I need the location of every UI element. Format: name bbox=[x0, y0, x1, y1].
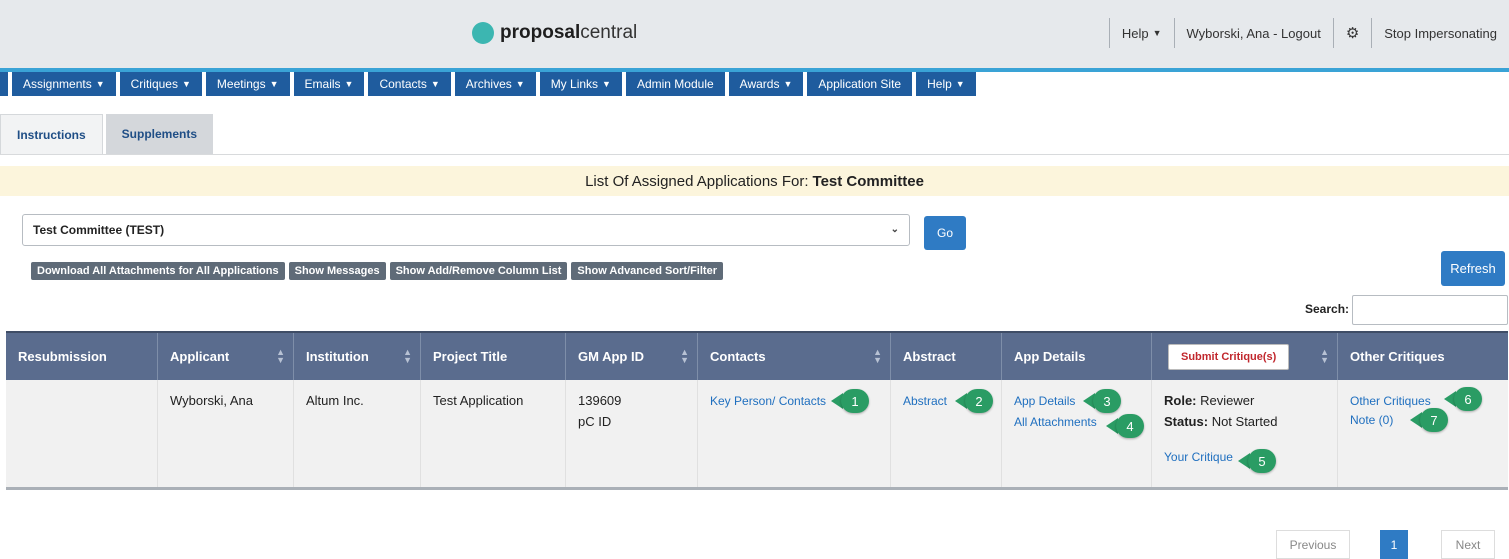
callout-1: 1 bbox=[831, 389, 869, 413]
top-header: proposalcentral Help ▼ Wyborski, Ana - Lo… bbox=[0, 0, 1509, 68]
nav-assignments[interactable]: Assignments ▼ bbox=[12, 72, 116, 96]
all-attachments-link[interactable]: All Attachments bbox=[1014, 415, 1097, 429]
nav-awards[interactable]: Awards ▼ bbox=[728, 72, 804, 96]
nav-stub bbox=[0, 72, 8, 96]
col-institution[interactable]: Institution ▲ ▼ bbox=[294, 333, 421, 380]
abstract-link[interactable]: Abstract bbox=[903, 394, 947, 408]
cell-project-title: Test Application bbox=[421, 380, 566, 487]
caret-down-icon: ▼ bbox=[344, 79, 354, 89]
cell-institution: Altum Inc. bbox=[294, 380, 421, 487]
nav-emails[interactable]: Emails ▼ bbox=[293, 72, 365, 96]
callout-3: 3 bbox=[1083, 389, 1121, 413]
nav-my-links[interactable]: My Links ▼ bbox=[539, 72, 622, 96]
caret-down-icon: ▼ bbox=[269, 79, 279, 89]
nav-help[interactable]: Help ▼ bbox=[916, 72, 976, 96]
pc-id: pC ID bbox=[578, 414, 612, 429]
caret-down-icon: ▼ bbox=[430, 79, 440, 89]
sort-icon: ▲ ▼ bbox=[680, 347, 689, 365]
nav-contacts[interactable]: Contacts ▼ bbox=[368, 72, 451, 96]
table-row: Wyborski, Ana Altum Inc. Test Applicatio… bbox=[6, 380, 1508, 490]
nav-archives[interactable]: Archives ▼ bbox=[454, 72, 536, 96]
submit-critiques-button[interactable]: Submit Critique(s) bbox=[1168, 343, 1290, 370]
cell-resubmission bbox=[6, 380, 158, 487]
caret-down-icon: ▼ bbox=[1152, 28, 1162, 38]
pagination-next[interactable]: Next bbox=[1441, 530, 1495, 559]
col-app-details[interactable]: App Details bbox=[1002, 333, 1152, 380]
page-tabs: Instructions Supplements bbox=[0, 114, 216, 154]
help-menu[interactable]: Help ▼ bbox=[1108, 18, 1174, 48]
committee-select-value: Test Committee (TEST) bbox=[33, 223, 165, 237]
gear-icon[interactable]: ⚙ bbox=[1332, 18, 1371, 48]
show-messages-button[interactable]: Show Messages bbox=[288, 262, 386, 280]
sort-icon: ▲ ▼ bbox=[1320, 347, 1329, 365]
logo-dot-icon bbox=[472, 22, 494, 44]
caret-down-icon: ▼ bbox=[602, 79, 611, 89]
nav-meetings[interactable]: Meetings ▼ bbox=[205, 72, 290, 96]
nav-admin-module[interactable]: Admin Module bbox=[625, 72, 725, 96]
tab-instructions[interactable]: Instructions bbox=[0, 114, 103, 154]
list-banner: List Of Assigned Applications For: Test … bbox=[0, 166, 1509, 196]
action-buttons: Download All Attachments for All Applica… bbox=[31, 262, 727, 280]
callout-2: 2 bbox=[955, 389, 993, 413]
caret-down-icon: ▼ bbox=[95, 79, 105, 89]
col-contacts[interactable]: Contacts ▲ ▼ bbox=[698, 333, 891, 380]
cell-gm-app-id: 139609 pC ID bbox=[566, 380, 698, 487]
sort-icon: ▲ ▼ bbox=[276, 347, 285, 365]
your-critique-link[interactable]: Your Critique bbox=[1164, 450, 1233, 464]
caret-down-icon: ▼ bbox=[515, 79, 525, 89]
col-submit-critiques: Submit Critique(s) ▲ ▼ bbox=[1152, 333, 1338, 380]
callout-7: 7 bbox=[1410, 408, 1448, 432]
banner-committee: Test Committee bbox=[812, 172, 924, 190]
caret-down-icon: ▼ bbox=[955, 79, 965, 89]
callout-5: 5 bbox=[1238, 449, 1276, 473]
show-column-list-button[interactable]: Show Add/Remove Column List bbox=[389, 262, 568, 280]
col-resubmission[interactable]: Resubmission bbox=[6, 333, 158, 380]
cell-other-critiques: Other Critiques Note (0) bbox=[1338, 380, 1508, 487]
col-project-title[interactable]: Project Title bbox=[421, 333, 566, 380]
col-other-critiques[interactable]: Other Critiques bbox=[1338, 333, 1508, 380]
download-all-attachments-button[interactable]: Download All Attachments for All Applica… bbox=[31, 262, 285, 280]
gm-app-id: 139609 bbox=[578, 393, 622, 408]
proposal-central-logo[interactable]: proposalcentral bbox=[472, 22, 637, 44]
search-label: Search: bbox=[1305, 302, 1350, 316]
cell-applicant: Wyborski, Ana bbox=[158, 380, 294, 487]
sort-icon: ▲ ▼ bbox=[873, 347, 882, 365]
other-critiques-link[interactable]: Other Critiques bbox=[1350, 394, 1431, 408]
col-applicant[interactable]: Applicant ▲ ▼ bbox=[158, 333, 294, 380]
stop-impersonating-link[interactable]: Stop Impersonating bbox=[1371, 18, 1509, 48]
go-button[interactable]: Go bbox=[924, 216, 966, 250]
committee-select[interactable]: Test Committee (TEST) ⌄ bbox=[22, 214, 910, 246]
show-advanced-sort-button[interactable]: Show Advanced Sort/Filter bbox=[571, 262, 723, 280]
user-logout-link[interactable]: Wyborski, Ana - Logout bbox=[1173, 18, 1333, 48]
nav-application-site[interactable]: Application Site bbox=[807, 72, 913, 96]
banner-prefix: List Of Assigned Applications For: bbox=[585, 172, 809, 190]
status-label: Status: bbox=[1164, 414, 1209, 429]
status-value: Not Started bbox=[1211, 414, 1278, 429]
sort-icon: ▲ ▼ bbox=[403, 347, 412, 365]
refresh-button[interactable]: Refresh bbox=[1441, 251, 1505, 286]
col-gm-app-id[interactable]: GM App ID ▲ ▼ bbox=[566, 333, 698, 380]
pagination-previous[interactable]: Previous bbox=[1276, 530, 1350, 559]
callout-4: 4 bbox=[1106, 414, 1144, 438]
key-person-contacts-link[interactable]: Key Person/ Contacts bbox=[710, 394, 826, 408]
logo-text: proposalcentral bbox=[500, 22, 638, 43]
role-value: Reviewer bbox=[1200, 393, 1255, 408]
top-links: Help ▼ Wyborski, Ana - Logout ⚙ Stop Impe… bbox=[1108, 18, 1509, 48]
col-abstract[interactable]: Abstract bbox=[891, 333, 1002, 380]
nav-critiques[interactable]: Critiques ▼ bbox=[119, 72, 202, 96]
caret-down-icon: ▼ bbox=[783, 79, 793, 89]
chevron-down-icon: ⌄ bbox=[890, 224, 899, 235]
note-link[interactable]: Note (0) bbox=[1350, 413, 1393, 427]
table-header: Resubmission Applicant ▲ ▼ Institution ▲ ▼ P… bbox=[6, 331, 1508, 380]
app-details-link[interactable]: App Details bbox=[1014, 394, 1075, 408]
pagination-page-1[interactable]: 1 bbox=[1380, 530, 1408, 559]
search-input[interactable] bbox=[1352, 295, 1508, 325]
callout-6: 6 bbox=[1444, 387, 1482, 411]
role-label: Role: bbox=[1164, 393, 1197, 408]
tab-divider bbox=[0, 154, 1509, 155]
main-nav: Assignments ▼ Critiques ▼ Meetings ▼ Emails… bbox=[0, 72, 980, 96]
tab-supplements[interactable]: Supplements bbox=[105, 114, 214, 154]
caret-down-icon: ▼ bbox=[181, 79, 191, 89]
